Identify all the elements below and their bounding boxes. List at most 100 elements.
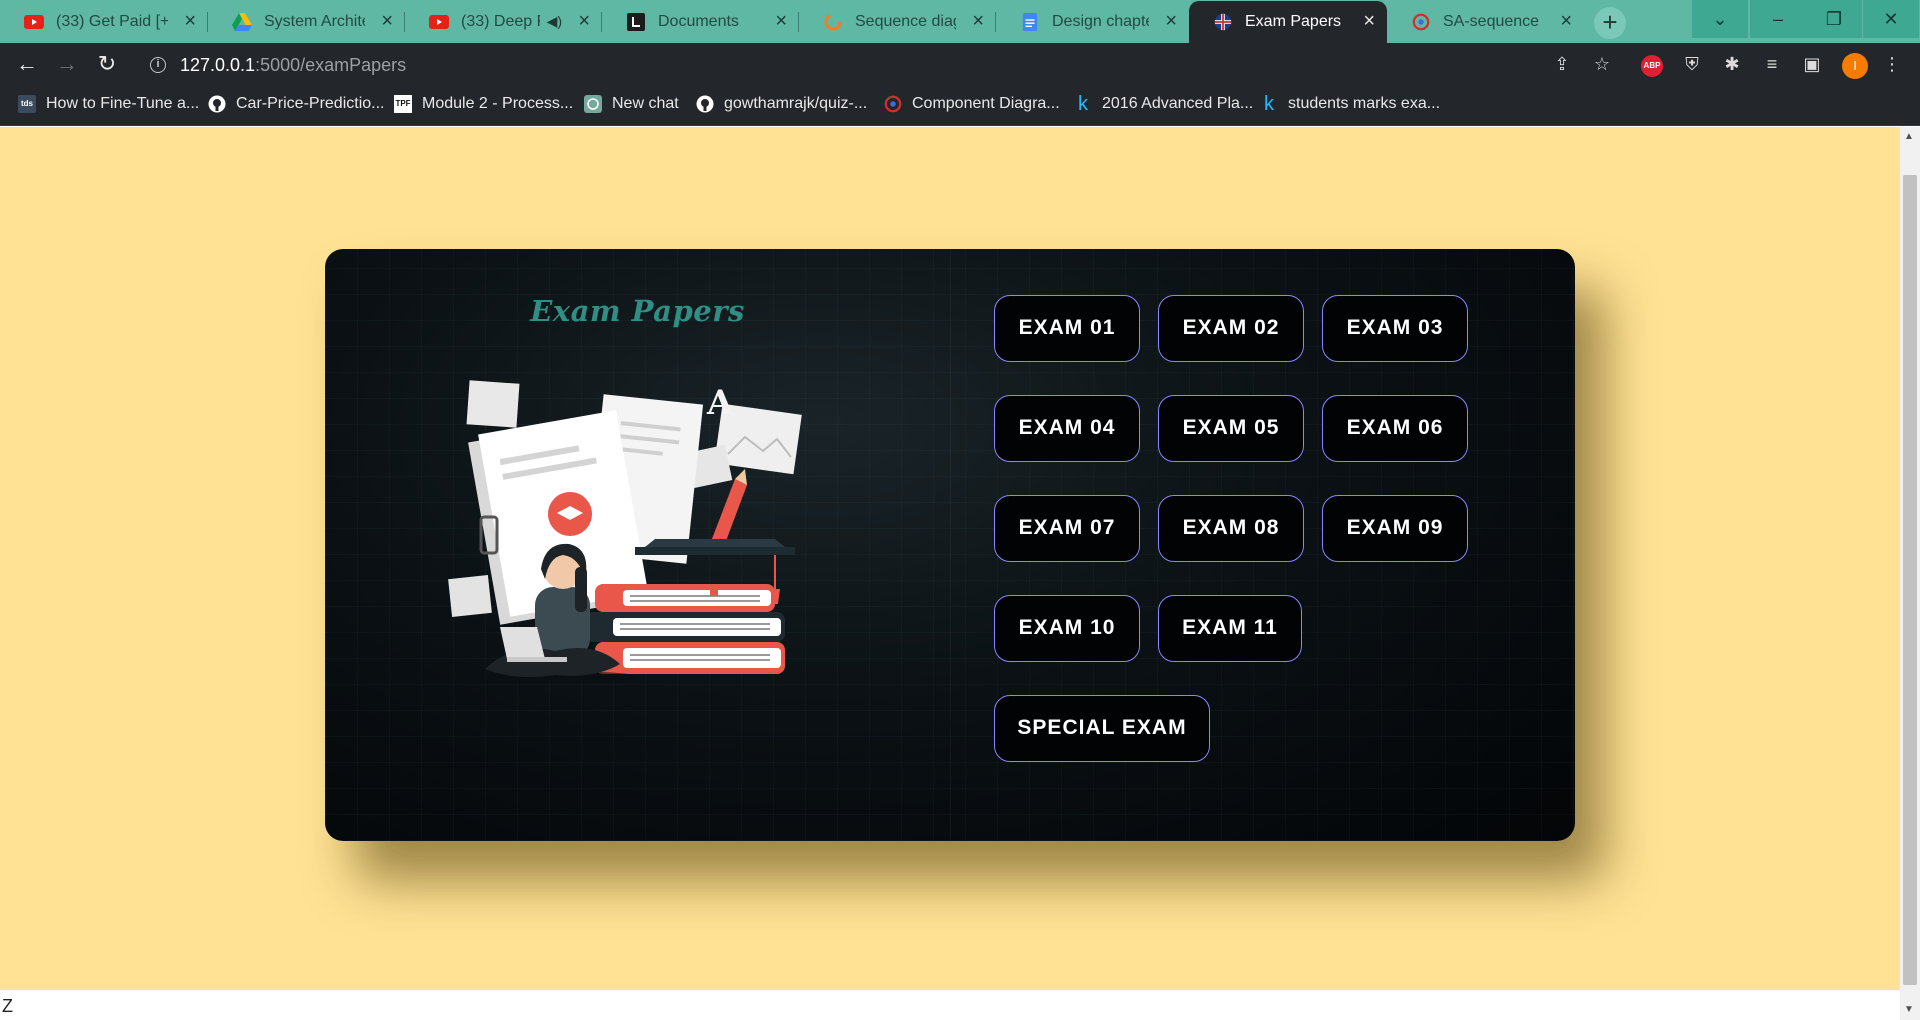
tab-title: SA-sequence | Vi: [1443, 13, 1544, 30]
tab-title: (33) Deep Fo: [461, 13, 540, 30]
bookmark-label: students marks exa...: [1288, 95, 1441, 112]
page-viewport: Exam Papers A EXAM 01 EXAM 02 EXAM 03 EX…: [0, 127, 1900, 990]
close-icon[interactable]: ×: [972, 11, 984, 31]
bookmark-item[interactable]: k 2016 Advanced Pla...: [1074, 93, 1254, 115]
tab-design-chapter[interactable]: Design chapter.do ×: [996, 1, 1189, 43]
adblock-plus-icon[interactable]: ABP: [1641, 55, 1663, 77]
visual-paradigm-icon: [884, 95, 902, 113]
kaggle-icon: k: [1078, 93, 1088, 115]
restore-button[interactable]: ❐: [1806, 0, 1862, 38]
google-drive-icon: [232, 13, 252, 31]
share-icon[interactable]: ⇪: [1550, 53, 1574, 77]
bookmark-label: New chat: [612, 95, 679, 112]
tab-sequence-diagram[interactable]: Sequence diagran ×: [799, 1, 996, 43]
new-tab-button[interactable]: +: [1594, 7, 1626, 39]
tpf-icon: TPF: [394, 95, 412, 113]
bookmark-item[interactable]: Car-Price-Predictio...: [208, 95, 384, 113]
extensions-puzzle-icon[interactable]: ✱: [1720, 53, 1744, 77]
tab-title: Design chapter.do: [1052, 13, 1149, 30]
exam-03-button[interactable]: EXAM 03: [1322, 295, 1468, 362]
close-icon[interactable]: ×: [381, 11, 393, 31]
scroll-down-arrow-icon[interactable]: ▼: [1904, 1004, 1914, 1015]
exam-05-button[interactable]: EXAM 05: [1158, 395, 1304, 462]
exam-04-button[interactable]: EXAM 04: [994, 395, 1140, 462]
exam-09-button[interactable]: EXAM 09: [1322, 495, 1468, 562]
close-icon[interactable]: ×: [1560, 11, 1572, 31]
loader-icon: [824, 13, 842, 31]
close-icon[interactable]: ×: [184, 11, 196, 31]
google-docs-icon: [1022, 13, 1038, 31]
bookmark-label: gowthamrajk/quiz-...: [724, 95, 868, 112]
bookmark-item[interactable]: gowthamrajk/quiz-...: [696, 95, 867, 113]
bookmark-star-icon[interactable]: ☆: [1590, 53, 1614, 77]
github-icon: [696, 95, 714, 113]
bookmark-label: How to Fine-Tune a...: [46, 95, 200, 112]
bookmark-item[interactable]: TPF Module 2 - Process...: [394, 95, 573, 113]
youtube-icon: [24, 15, 44, 29]
visual-paradigm-icon: [1412, 13, 1430, 31]
card-divider: [950, 249, 951, 841]
tab-title: Sequence diagran: [855, 13, 956, 30]
profile-avatar[interactable]: I: [1842, 53, 1868, 79]
flag-icon: [1214, 13, 1232, 31]
shield-icon[interactable]: ⛨: [1680, 53, 1704, 77]
exam-11-button[interactable]: EXAM 11: [1158, 595, 1302, 662]
letter-a-glyph: A: [706, 383, 734, 423]
bookmark-item[interactable]: k students marks exa...: [1260, 93, 1441, 115]
side-panel-icon[interactable]: ▣: [1800, 53, 1824, 77]
bookmark-label: 2016 Advanced Pla...: [1102, 95, 1254, 112]
tab-strip: (33) Get Paid [+$3 × System Architectu ×…: [0, 0, 1920, 43]
browser-toolbar: ← → ↻ i 127.0.0.1:5000/examPapers ⇪ ☆ ⛨ …: [0, 43, 1920, 86]
bookmark-item[interactable]: tds How to Fine-Tune a...: [18, 95, 199, 113]
url-host: 127.0.0.1: [180, 54, 256, 75]
exam-06-button[interactable]: EXAM 06: [1322, 395, 1468, 462]
scrollbar-thumb[interactable]: [1903, 175, 1917, 985]
address-bar[interactable]: i 127.0.0.1:5000/examPapers: [140, 50, 1540, 80]
page-bottom-strip: Z: [0, 990, 1900, 1020]
site-info-icon[interactable]: i: [150, 57, 166, 73]
youtube-icon: [429, 15, 449, 29]
bookmark-item[interactable]: Component Diagra...: [884, 95, 1060, 113]
tds-icon: tds: [18, 95, 36, 113]
minimize-button[interactable]: –: [1750, 0, 1806, 38]
exam-02-button[interactable]: EXAM 02: [1158, 295, 1304, 362]
tab-exam-papers[interactable]: Exam Papers ×: [1189, 1, 1387, 43]
close-icon[interactable]: ×: [578, 11, 590, 31]
exam-papers-card: Exam Papers A EXAM 01 EXAM 02 EXAM 03 EX…: [325, 249, 1575, 841]
tab-title: System Architectu: [264, 13, 365, 30]
tab-title: Documents: [658, 13, 739, 30]
reload-icon[interactable]: ↻: [95, 53, 119, 77]
chatgpt-icon: [584, 95, 602, 113]
exam-01-button[interactable]: EXAM 01: [994, 295, 1140, 362]
close-icon[interactable]: ×: [1363, 11, 1375, 31]
exam-10-button[interactable]: EXAM 10: [994, 595, 1140, 662]
close-icon[interactable]: ×: [775, 11, 787, 31]
close-window-button[interactable]: ✕: [1863, 0, 1919, 38]
tab-youtube-deep-focus[interactable]: (33) Deep Fo ◀) ×: [405, 1, 602, 43]
exam-07-button[interactable]: EXAM 07: [994, 495, 1140, 562]
bookmarks-bar: tds How to Fine-Tune a... Car-Price-Pred…: [0, 86, 1920, 126]
special-exam-button[interactable]: SPECIAL EXAM: [994, 695, 1210, 762]
student-studying-illustration: A: [448, 380, 802, 683]
scroll-up-arrow-icon[interactable]: ▲: [1904, 131, 1914, 142]
kebab-menu-icon[interactable]: ⋮: [1880, 53, 1904, 77]
back-arrow-icon[interactable]: ←: [15, 53, 39, 77]
tab-sa-sequence[interactable]: SA-sequence | Vi ×: [1387, 1, 1584, 43]
status-text: Z: [2, 996, 13, 1016]
tab-youtube-get-paid[interactable]: (33) Get Paid [+$3 ×: [0, 1, 208, 43]
speaker-icon[interactable]: ◀): [547, 13, 562, 30]
tab-system-architecture[interactable]: System Architectu ×: [208, 1, 405, 43]
bookmark-label: Module 2 - Process...: [422, 95, 574, 112]
media-control-icon[interactable]: ≡: [1760, 53, 1784, 77]
tab-documents[interactable]: Documents ×: [602, 1, 799, 43]
exam-08-button[interactable]: EXAM 08: [1158, 495, 1304, 562]
bookmark-label: Car-Price-Predictio...: [236, 95, 385, 112]
doc-site-icon: [627, 13, 645, 31]
tab-search-chevron-icon[interactable]: ⌄: [1692, 0, 1748, 38]
close-icon[interactable]: ×: [1165, 11, 1177, 31]
bookmark-item[interactable]: New chat: [584, 95, 679, 113]
github-icon: [208, 95, 226, 113]
kaggle-icon: k: [1264, 93, 1274, 115]
forward-arrow-icon[interactable]: →: [55, 53, 79, 77]
tab-title: (33) Get Paid [+$3: [56, 13, 168, 30]
